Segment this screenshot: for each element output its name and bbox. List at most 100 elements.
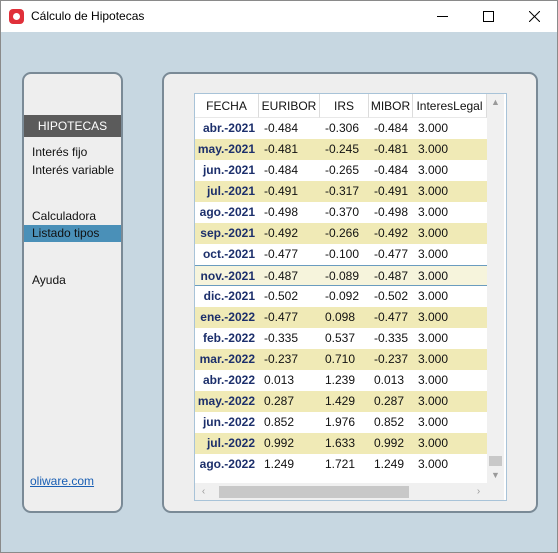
table-row[interactable]: may.-2021 -0.481 -0.245 -0.481 3.000 [195,139,487,160]
cell-irs: -0.266 [325,226,360,240]
cell-euribor: -0.484 [264,163,299,177]
cell-fecha: nov.-2021 [200,269,255,283]
cell-irs: -0.317 [325,184,360,198]
cell-irs: 0.098 [325,310,356,324]
cell-euribor: -0.484 [264,121,299,135]
app-logo-icon [9,9,24,24]
cell-euribor: -0.492 [264,226,299,240]
cell-irs: 1.239 [325,373,356,387]
column-header-mibor[interactable]: MIBOR [369,94,413,118]
vertical-scroll-thumb[interactable] [489,456,502,466]
vertical-scrollbar[interactable]: ▲ ▼ [487,94,504,483]
cell-fecha: jun.-2022 [202,415,255,429]
cell-intereslegal: 3.000 [418,142,449,156]
table-row[interactable]: nov.-2021 -0.487 -0.089 -0.487 3.000 [195,265,487,286]
cell-mibor: 0.992 [374,436,405,450]
table-row[interactable]: ene.-2022 -0.477 0.098 -0.477 3.000 [195,307,487,328]
cell-fecha: abr.-2022 [202,373,255,387]
cell-mibor: 0.287 [374,394,405,408]
sidebar-item-ayuda[interactable]: Ayuda [24,272,121,289]
cell-euribor: 0.992 [264,436,295,450]
column-header-irs[interactable]: IRS [320,94,369,118]
close-button[interactable] [511,1,557,32]
cell-euribor: -0.502 [264,289,299,303]
table-row[interactable]: may.-2022 0.287 1.429 0.287 3.000 [195,391,487,412]
column-header-fecha[interactable]: FECHA [195,94,259,118]
table-row[interactable]: oct.-2021 -0.477 -0.100 -0.477 3.000 [195,244,487,265]
column-header-intereslegal[interactable]: InteresLegal [413,94,487,118]
table-row[interactable]: dic.-2021 -0.502 -0.092 -0.502 3.000 [195,286,487,307]
sidebar-item-calculadora[interactable]: Calculadora [24,208,121,225]
cell-intereslegal: 3.000 [418,269,449,283]
cell-irs: 1.633 [325,436,356,450]
cell-euribor: -0.237 [264,352,299,366]
maximize-button[interactable] [465,1,511,32]
cell-mibor: -0.237 [374,352,409,366]
table-row[interactable]: mar.-2022 -0.237 0.710 -0.237 3.000 [195,349,487,370]
cell-mibor: -0.484 [374,163,409,177]
cell-irs: 1.721 [325,457,356,471]
cell-intereslegal: 3.000 [418,247,449,261]
app-window: Cálculo de Hipotecas HIPOTECAS Interés f… [0,0,558,553]
cell-irs: -0.370 [325,205,360,219]
cell-mibor: -0.491 [374,184,409,198]
cell-fecha: ago.-2022 [199,457,255,471]
horizontal-scrollbar[interactable]: ‹ › [195,483,487,500]
cell-fecha: jul.-2021 [206,184,255,198]
chevron-up-icon[interactable]: ▲ [487,94,504,110]
website-link[interactable]: oliware.com [30,474,94,488]
table-row[interactable]: jun.-2021 -0.484 -0.265 -0.484 3.000 [195,160,487,181]
cell-irs: 0.537 [325,331,356,345]
cell-mibor: -0.502 [374,289,409,303]
sidebar-item-listado-tipos[interactable]: Listado tipos [24,225,121,242]
cell-mibor: -0.487 [374,269,409,283]
cell-irs: -0.092 [325,289,360,303]
chevron-down-icon[interactable]: ▼ [487,467,504,483]
table-row[interactable]: jun.-2022 0.852 1.976 0.852 3.000 [195,412,487,433]
table-row[interactable]: sep.-2021 -0.492 -0.266 -0.492 3.000 [195,223,487,244]
cell-mibor: -0.498 [374,205,409,219]
minimize-button[interactable] [419,1,465,32]
cell-fecha: jul.-2022 [206,436,255,450]
cell-euribor: 0.013 [264,373,295,387]
chevron-left-icon[interactable]: ‹ [195,483,212,500]
table-row[interactable]: abr.-2022 0.013 1.239 0.013 3.000 [195,370,487,391]
cell-euribor: 1.249 [264,457,295,471]
cell-euribor: -0.477 [264,247,299,261]
cell-intereslegal: 3.000 [418,163,449,177]
close-icon [528,11,540,22]
table-row[interactable]: ago.-2021 -0.498 -0.370 -0.498 3.000 [195,202,487,223]
rates-table[interactable]: FECHA EURIBOR IRS MIBOR InteresLegal abr… [194,93,507,501]
sidebar-item-interes-variable[interactable]: Interés variable [24,162,121,179]
cell-fecha: sep.-2021 [200,226,255,240]
cell-mibor: -0.492 [374,226,409,240]
cell-intereslegal: 3.000 [418,394,449,408]
cell-euribor: 0.287 [264,394,295,408]
cell-intereslegal: 3.000 [418,352,449,366]
table-row[interactable]: jul.-2022 0.992 1.633 0.992 3.000 [195,433,487,454]
cell-euribor: -0.491 [264,184,299,198]
title-bar[interactable]: Cálculo de Hipotecas [1,1,557,32]
cell-euribor: -0.481 [264,142,299,156]
horizontal-scroll-thumb[interactable] [219,486,409,498]
cell-irs: 0.710 [325,352,356,366]
table-row[interactable]: jul.-2021 -0.491 -0.317 -0.491 3.000 [195,181,487,202]
column-header-euribor[interactable]: EURIBOR [259,94,320,118]
cell-mibor: -0.481 [374,142,409,156]
cell-fecha: abr.-2021 [202,121,255,135]
cell-intereslegal: 3.000 [418,205,449,219]
table-row[interactable]: feb.-2022 -0.335 0.537 -0.335 3.000 [195,328,487,349]
scrollbar-corner [487,483,504,500]
table-row[interactable]: ago.-2022 1.249 1.721 1.249 3.000 [195,454,487,475]
cell-intereslegal: 3.000 [418,310,449,324]
cell-irs: 1.429 [325,394,356,408]
cell-mibor: -0.477 [374,310,409,324]
cell-intereslegal: 3.000 [418,289,449,303]
cell-intereslegal: 3.000 [418,184,449,198]
table-row[interactable]: abr.-2021 -0.484 -0.306 -0.484 3.000 [195,118,487,139]
maximize-icon [482,11,494,22]
minimize-icon [436,16,448,17]
sidebar-item-interes-fijo[interactable]: Interés fijo [24,144,121,161]
chevron-right-icon[interactable]: › [470,483,487,500]
cell-euribor: 0.852 [264,415,295,429]
